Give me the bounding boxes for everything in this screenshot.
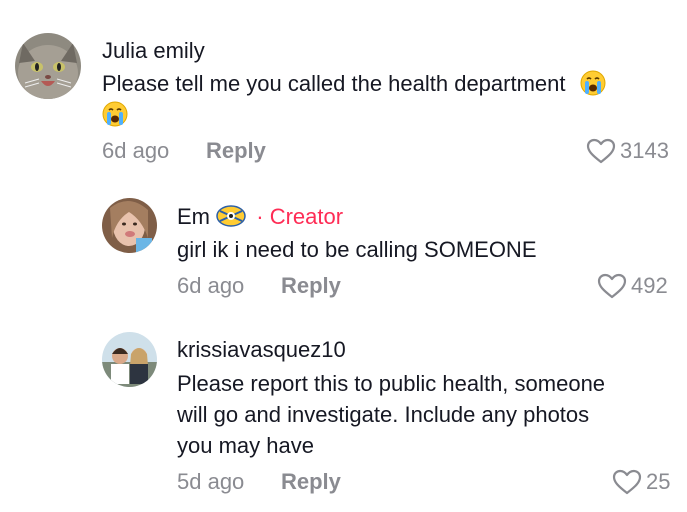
comment-text-line: Please report this to public health, som…	[177, 371, 606, 396]
comment-text: Please report this to public health, som…	[177, 368, 677, 461]
comment-time: 6d ago	[102, 138, 170, 163]
reply-button[interactable]: Reply	[206, 138, 266, 164]
avatar-krissiavasquez10[interactable]	[102, 332, 157, 387]
heart-outline-icon	[612, 469, 642, 495]
like-button[interactable]: 492	[597, 273, 668, 299]
reply-button[interactable]: Reply	[281, 273, 341, 299]
comment-time: 6d ago	[177, 273, 245, 298]
username[interactable]: Em	[177, 204, 210, 229]
heart-outline-icon	[597, 273, 627, 299]
like-button[interactable]: 3143	[586, 138, 669, 164]
like-count: 3143	[620, 138, 669, 163]
avatar-em[interactable]	[102, 198, 157, 253]
crying-face-emoji-icon	[580, 70, 606, 96]
comment-text: Please tell me you called the health dep…	[102, 68, 672, 130]
creator-badge: Creator	[269, 204, 344, 229]
like-count: 492	[631, 273, 668, 298]
comment-time: 5d ago	[177, 469, 245, 494]
comment-text-line: you may have	[177, 433, 314, 458]
comment-text: girl ik i need to be calling SOMEONE	[177, 237, 537, 262]
username[interactable]: Julia emily	[102, 38, 205, 64]
reply-button[interactable]: Reply	[281, 469, 341, 495]
like-button[interactable]: 25	[612, 469, 670, 495]
username-row: Em · Creator	[177, 204, 343, 230]
username[interactable]: krissiavasquez10	[177, 337, 346, 363]
comment-text-content: Please tell me you called the health dep…	[102, 71, 566, 96]
star-struck-emoji-icon	[216, 205, 246, 227]
comment-text-line: will go and investigate. Include any pho…	[177, 402, 590, 427]
creator-separator: ·	[256, 204, 264, 229]
avatar-julia-emily[interactable]	[15, 33, 81, 99]
heart-outline-icon	[586, 138, 616, 164]
like-count: 25	[646, 469, 671, 494]
crying-face-emoji-icon	[102, 101, 128, 127]
